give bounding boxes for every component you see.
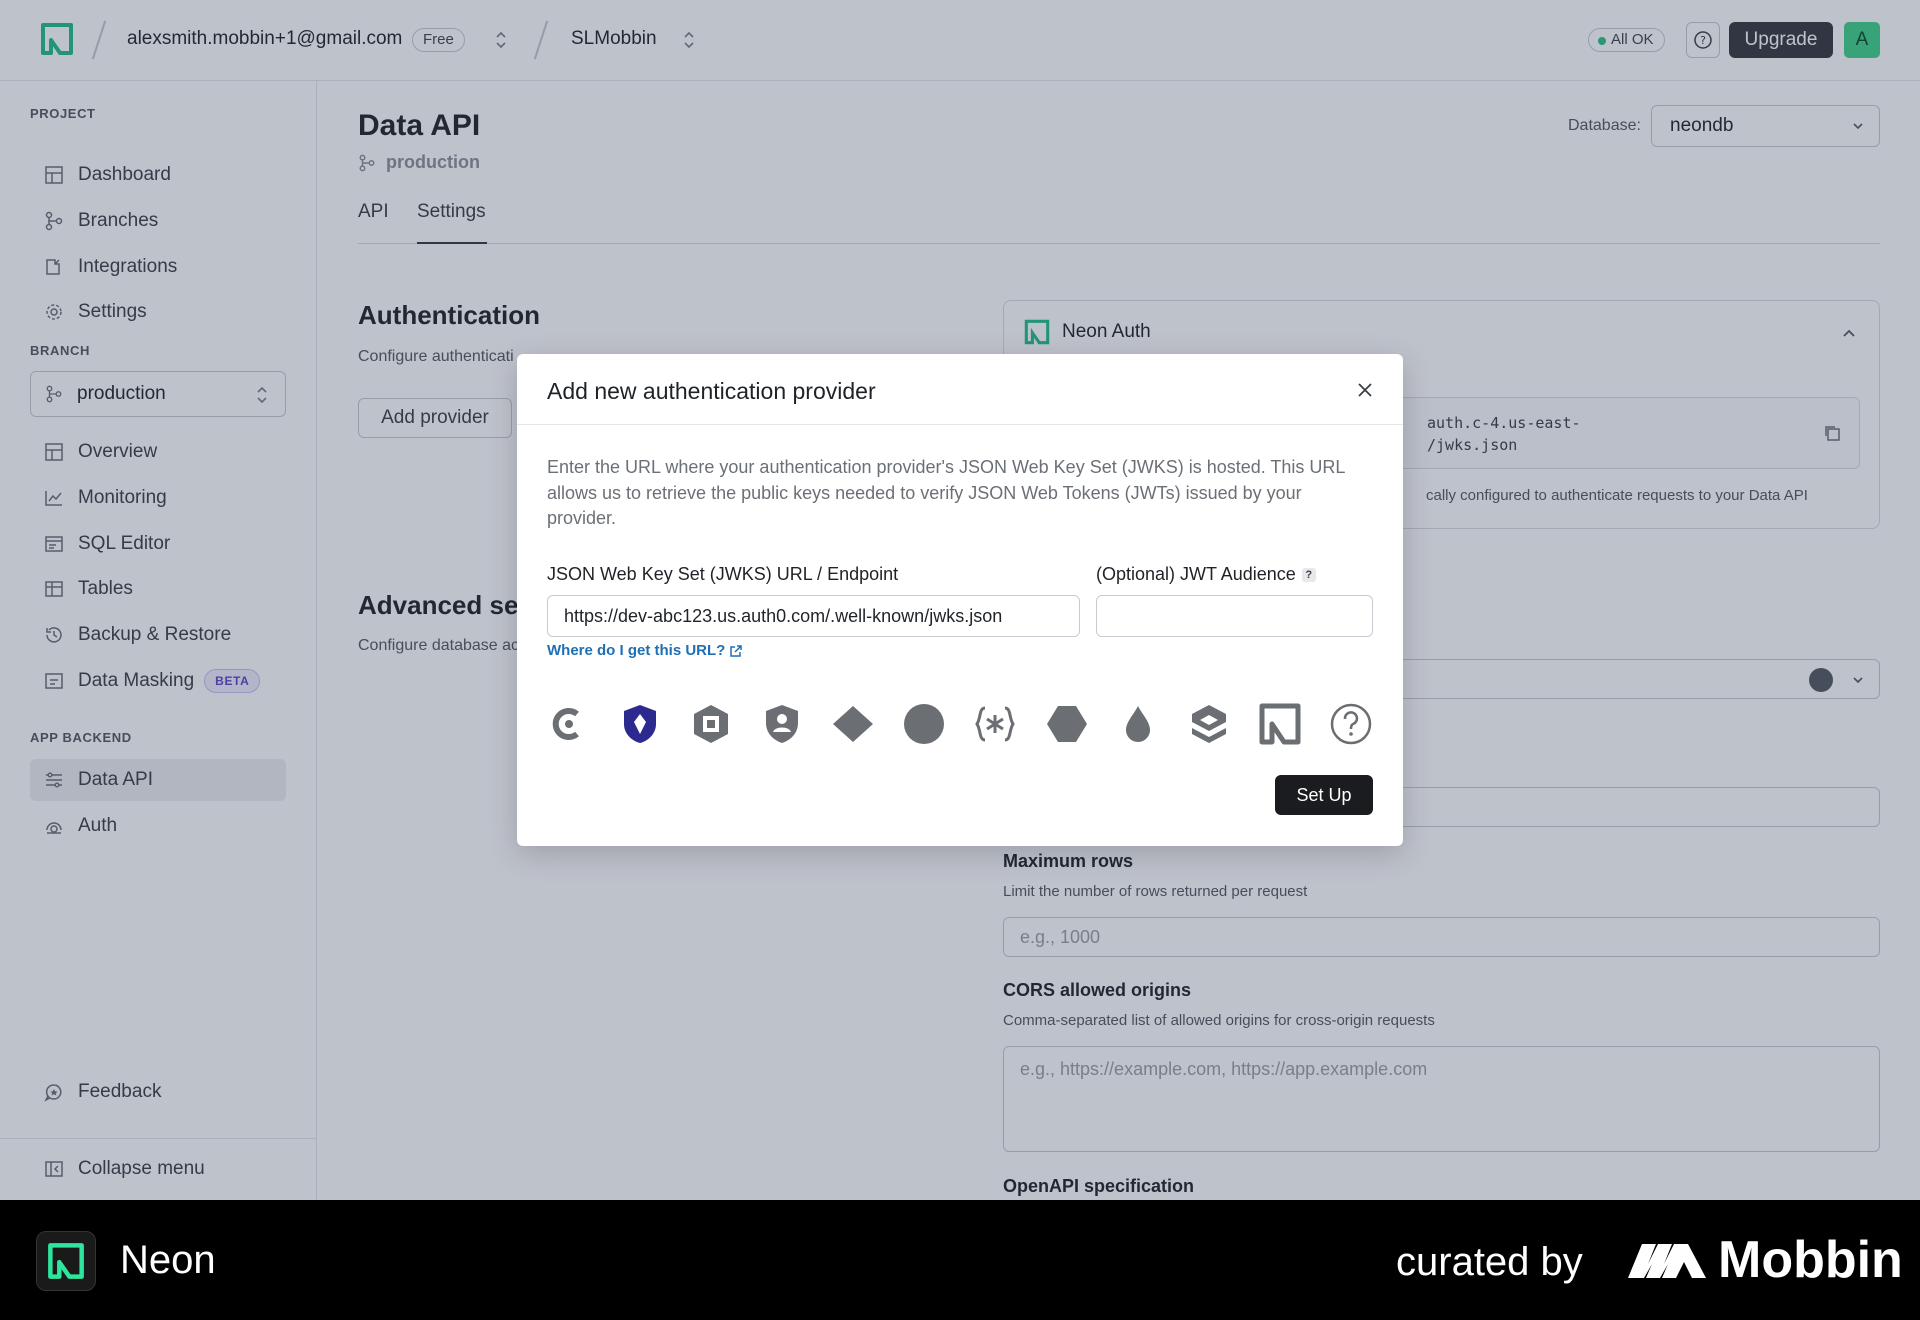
descope-icon[interactable] xyxy=(689,702,733,746)
circle-provider-icon[interactable] xyxy=(902,702,946,746)
jwt-audience-input[interactable] xyxy=(1096,595,1373,637)
mobbin-logo-icon xyxy=(1628,1244,1706,1278)
mobbin-wordmark: Mobbin xyxy=(1718,1231,1903,1289)
footer-banner: Neon curated by Mobbin xyxy=(0,1200,1920,1320)
jwks-url-label: JSON Web Key Set (JWKS) URL / Endpoint xyxy=(547,564,899,584)
external-link-icon xyxy=(730,644,743,657)
close-icon[interactable] xyxy=(1353,378,1377,402)
hexagon-provider-icon[interactable] xyxy=(1045,702,1089,746)
jwt-audience-label: (Optional) JWT Audience? xyxy=(1096,564,1316,585)
neon-app-logo-icon xyxy=(36,1231,96,1291)
setup-button[interactable]: Set Up xyxy=(1275,775,1373,815)
audience-help-icon[interactable]: ? xyxy=(1301,568,1316,582)
drop-provider-icon[interactable] xyxy=(1116,702,1160,746)
jwks-help-link[interactable]: Where do I get this URL? xyxy=(547,642,743,659)
provider-list xyxy=(547,702,1373,750)
jwks-help-link-text: Where do I get this URL? xyxy=(547,642,726,659)
stytch-icon[interactable] xyxy=(618,702,662,746)
diamond-provider-icon[interactable] xyxy=(831,702,875,746)
clerk-icon[interactable] xyxy=(547,702,591,746)
add-auth-provider-dialog: Add new authentication provider Enter th… xyxy=(517,354,1403,846)
dialog-title: Add new authentication provider xyxy=(547,378,876,404)
dialog-divider xyxy=(517,424,1403,425)
dialog-description: Enter the URL where your authentication … xyxy=(547,457,1345,528)
other-provider-icon[interactable] xyxy=(1329,702,1373,746)
jwks-url-input[interactable]: https://dev-abc123.us.auth0.com/.well-kn… xyxy=(547,595,1080,637)
curated-by-text: curated by xyxy=(1396,1240,1583,1284)
jwt-audience-label-text: (Optional) JWT Audience xyxy=(1096,564,1296,584)
neon-auth-icon[interactable] xyxy=(1258,702,1302,746)
footer-app-name: Neon xyxy=(120,1238,216,1282)
custom-jwt-icon[interactable] xyxy=(973,702,1017,746)
stack-auth-icon[interactable] xyxy=(1187,702,1231,746)
auth0-shield-icon[interactable] xyxy=(760,702,804,746)
